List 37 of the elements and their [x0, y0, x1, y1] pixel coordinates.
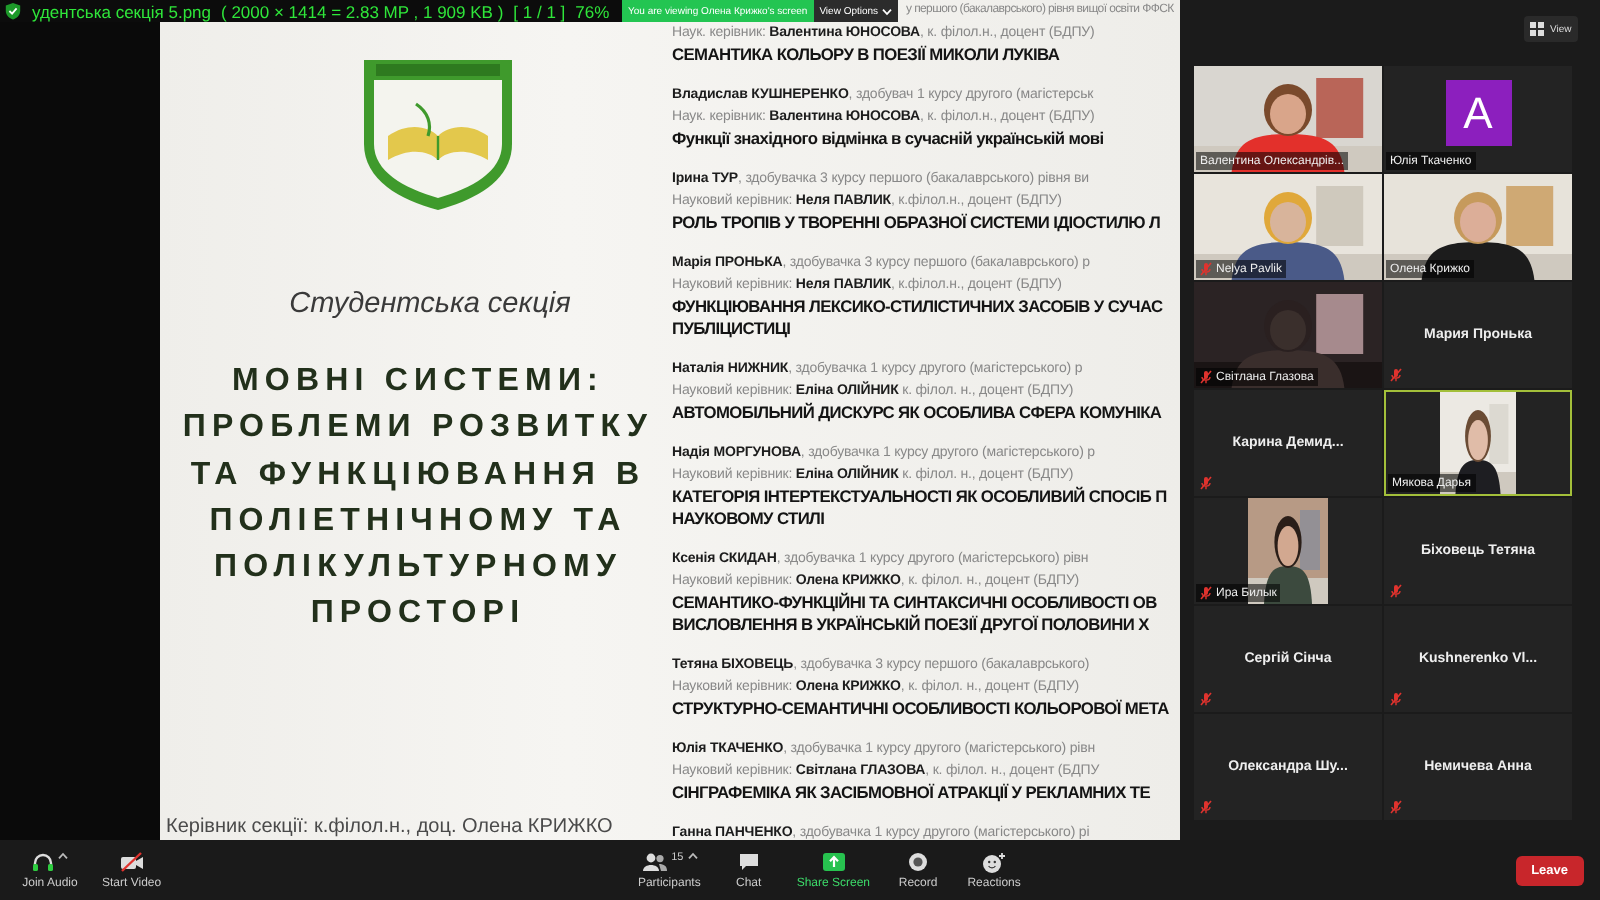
caret-icon[interactable]	[687, 851, 698, 859]
talk-title: ФУНКЦІЮВАННЯ ЛЕКСИКО-СТИЛІСТИЧНИХ ЗАСОБІВ У СУЧАС	[672, 296, 1165, 318]
poster-title-line: МОВНІ СИСТЕМИ:	[231, 362, 604, 402]
poster-title-line: ПРОБЛЕМИ РОЗВИТКУ	[182, 408, 654, 449]
file-info-text: удентська секція 5.png	[32, 1, 212, 21]
section-label: Студентська секція	[289, 288, 571, 320]
talk-title: ВИСЛОВЛЕННЯ В УКРАЇНСЬКІЙ ПОЕЗІЇ ДРУГОЇ ПОЛОВИНИ Х	[672, 614, 1151, 636]
talk-title: ПУБЛІЦИСТИЦІ	[672, 318, 793, 340]
camera-off-icon	[119, 851, 144, 871]
poster-title-line: ПОЛІЕТНІЧНОМУ ТА	[209, 501, 627, 542]
share-screen-icon	[821, 851, 846, 871]
talk-title: АВТОМОБІЛЬНИЙ ДИСКУРС ЯК ОСОБЛИВА СФЕРА КОМУНІКА	[672, 402, 1164, 424]
talk-title: РОЛЬ ТРОПІВ У ТВОРЕННІ ОБРАЗНОЇ СИСТЕМИ ІДІОСТИЛЮ Л	[672, 212, 1163, 234]
talk-title: НАУКОВОМУ СТИЛІ	[672, 508, 827, 530]
people-icon	[641, 851, 668, 871]
caret-icon	[882, 7, 893, 15]
file-info-text: [ 1 / 1 ]	[513, 1, 566, 21]
talk-title: СТРУКТУРНО-СЕМАНТИЧНІ ОСОБЛИВОСТІ КОЛЬОРОВОЇ МЕТА	[672, 698, 1171, 720]
smiley-plus-icon	[982, 851, 1007, 873]
grid-icon	[1530, 22, 1544, 36]
poster-title-line: ПРОСТОРІ	[310, 594, 526, 635]
talk-title: СЕМАНТИКО-ФУНКЦІЙНІ ТА СИНТАКСИЧНІ ОСОБЛИВОСТІ ОВ	[672, 592, 1159, 614]
record-icon	[908, 851, 929, 871]
talk-title: Функції знахідного відмінка в сучасній українській мові	[672, 128, 1106, 150]
poster-title-line: ПОЛІКУЛЬТУРНОМУ	[213, 548, 622, 589]
caret-icon[interactable]	[58, 851, 68, 859]
poster-title-line: ТА ФУНКЦІЮВАННЯ В	[190, 455, 646, 496]
avatar-tile: A	[1445, 80, 1511, 146]
talk-title: СІНГРАФЕМІКА ЯК ЗАСІБМОВНОЇ АТРАКЦІЇ У РЕКЛАМНИХ ТЕ	[672, 782, 1153, 804]
talk-title: СЕМАНТИКА КОЛЬОРУ В ПОЕЗІЇ МИКОЛИ ЛУКІВА	[672, 44, 1062, 66]
headphones-icon	[32, 851, 54, 871]
talk-title: КАТЕГОРІЯ ІНТЕРТЕКСТУАЛЬНОСТІ ЯК ОСОБЛИВИЙ СПОСІБ П	[672, 486, 1169, 508]
section-head-text: Керівник секції: к.філол.н., доц. Олена КРИЖКО	[166, 816, 613, 838]
file-info-text: ( 2000 × 1414 = 2.83 MP , 1 909 KB )	[221, 1, 504, 21]
chat-bubble-icon	[737, 851, 760, 871]
file-info-text: 76%	[575, 1, 610, 21]
shield-icon	[4, 2, 22, 20]
